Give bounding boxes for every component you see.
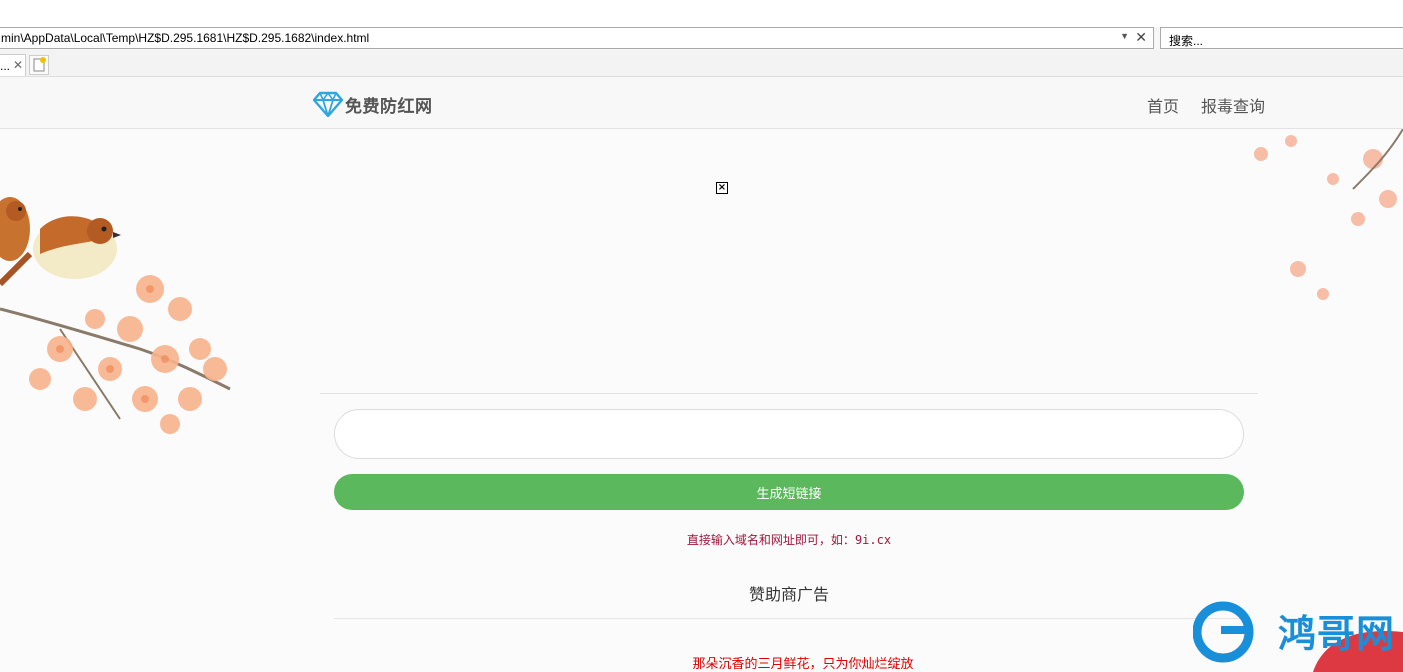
blossom-corner-illustration (1254, 129, 1403, 300)
generate-short-link-button[interactable]: 生成短链接 (334, 474, 1244, 510)
main-content: × 生成短链接 直接输入域名和网址即可，如：9i.cx 赞助商广告 那朵沉香的三… (0, 129, 1403, 672)
birds-blossom-illustration (0, 197, 231, 434)
broken-image-icon: × (716, 182, 728, 194)
diamond-icon (313, 91, 343, 117)
browser-tab-title: ... (0, 59, 11, 73)
new-tab-icon (33, 57, 46, 72)
hint-example: 9i.cx (854, 533, 892, 547)
watermark-text: 鸿哥网 (1277, 612, 1395, 656)
browser-tab[interactable]: ... ✕ (0, 54, 26, 76)
hint-text: 直接输入域名和网址即可，如： (686, 533, 855, 547)
main-nav: 首页 报毒查询 (1147, 93, 1265, 117)
address-dropdown-icon[interactable]: ▼ (1120, 31, 1129, 41)
nav-virus-check[interactable]: 报毒查询 (1201, 93, 1265, 117)
site-logo[interactable]: 免费防红网 (313, 90, 433, 118)
tab-strip: ... ✕ (0, 50, 1403, 77)
url-input[interactable] (334, 409, 1244, 459)
logo-text: 免费防红网 (345, 96, 433, 117)
address-bar[interactable]: min\AppData\Local\Temp\HZ$D.295.1681\HZ$… (0, 27, 1154, 49)
close-tab-icon[interactable]: ✕ (13, 58, 23, 72)
browser-search-box[interactable]: 搜索... (1160, 27, 1403, 49)
divider (334, 618, 1244, 619)
nav-home[interactable]: 首页 (1147, 93, 1179, 117)
divider (320, 393, 1258, 394)
new-tab-button[interactable] (29, 55, 49, 75)
site-header: 免费防红网 首页 报毒查询 (0, 77, 1403, 129)
browser-search-placeholder: 搜索... (1169, 34, 1204, 48)
stop-icon[interactable]: ✕ (1135, 29, 1147, 46)
input-hint: 直接输入域名和网址即可，如：9i.cx (0, 531, 1403, 548)
address-url[interactable]: min\AppData\Local\Temp\HZ$D.295.1681\HZ$… (1, 31, 369, 45)
browser-titlebar (0, 0, 1403, 27)
